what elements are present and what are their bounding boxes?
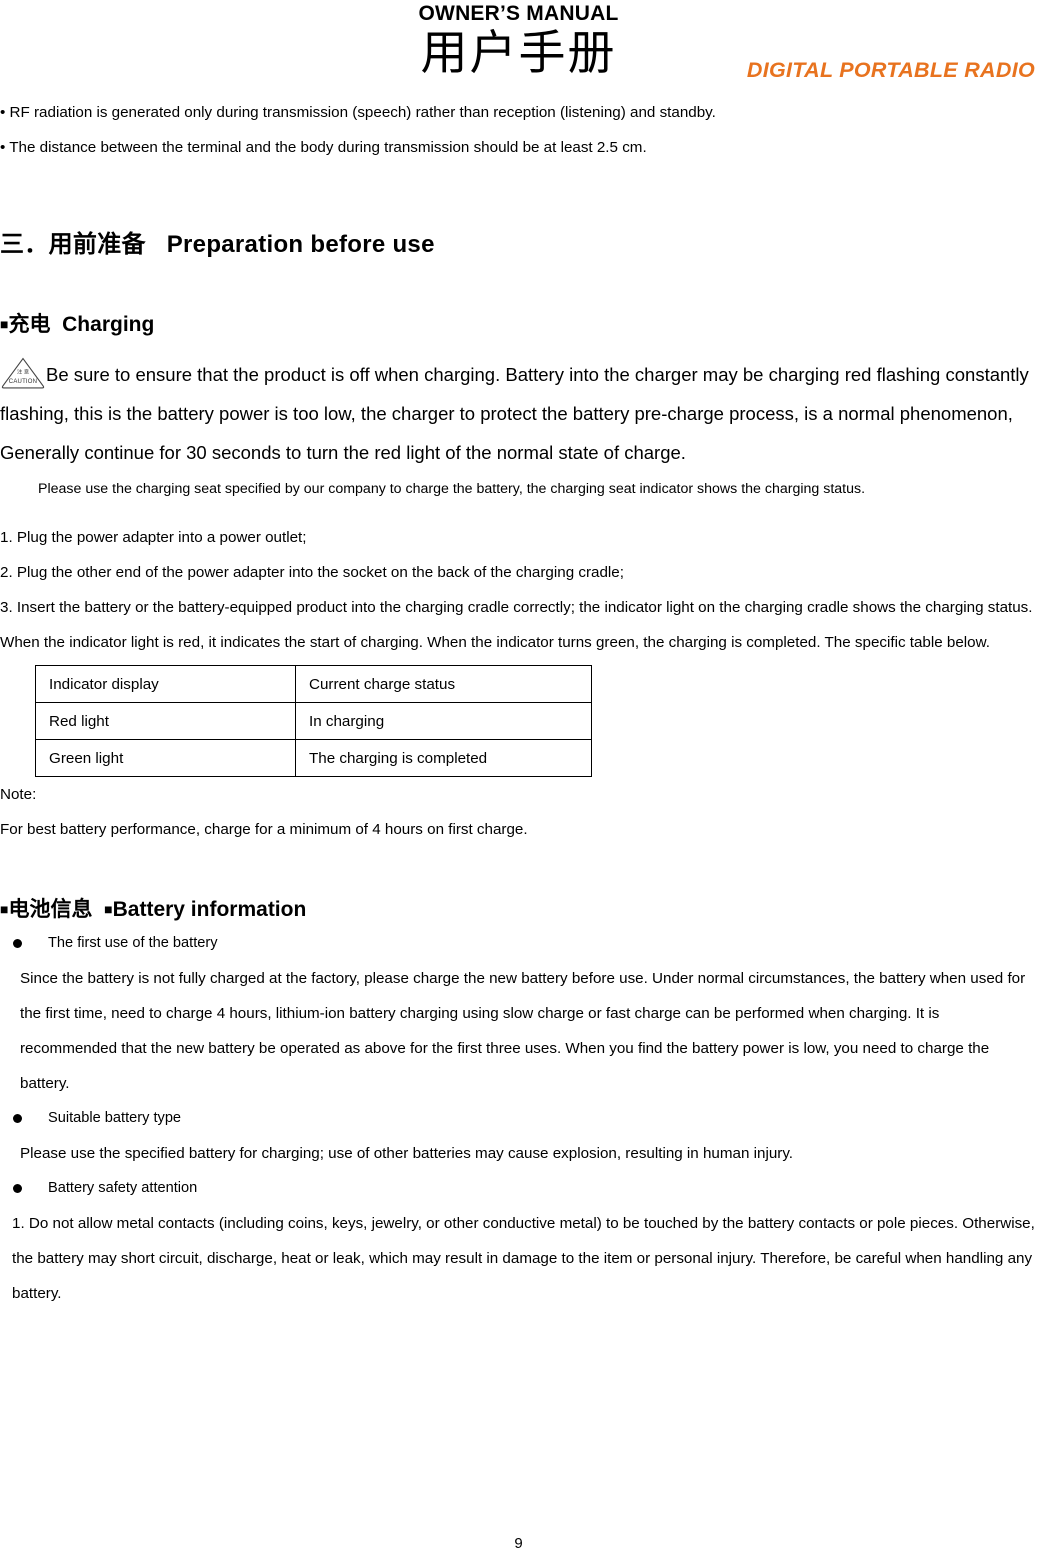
section-heading-cn: 三．用前准备 [0,230,146,258]
list-item-label: The first use of the battery [48,935,218,951]
section-heading-en: Preparation before use [166,231,435,258]
table-header-cell-indicator: Indicator display [35,665,296,703]
owners-manual-title: OWNER’S MANUAL [418,2,619,25]
manual-page: OWNER’S MANUAL 用户手册 DIGITAL PORTABLE RAD… [0,0,1037,1556]
caution-icon: 注 意 CAUTION [0,356,46,390]
table-cell-status: In charging [295,702,592,740]
bullet-dot-icon [13,1184,22,1193]
table-row: Indicator display Current charge status [35,665,592,703]
charging-heading-en: Charging [62,313,155,336]
battery-info-heading-cn: 电池信息 [8,897,93,921]
charging-seat-note: Please use the charging seat specified b… [38,481,866,497]
battery-info-heading: ■电池信息 ■Battery information [0,893,1037,926]
battery-info-heading-en: Battery information [112,898,307,921]
caution-text: Be sure to ensure that the product is of… [0,364,1029,463]
product-tagline: DIGITAL PORTABLE RADIO [746,58,1035,82]
list-item: The first use of the battery [0,926,1037,961]
charging-heading: ■充电 Charging [0,308,1037,341]
svg-text:注 意: 注 意 [17,368,29,376]
square-bullet-icon: ■ [104,901,113,917]
table-cell-status: The charging is completed [295,739,592,777]
battery-type-body: Please use the specified battery for cha… [20,1145,794,1162]
charging-heading-cn: 充电 [8,312,51,336]
charging-step-3: 3. Insert the battery or the battery-equ… [0,599,1033,651]
table-cell-indicator: Red light [35,702,296,740]
table-row: Red light In charging [35,702,592,740]
battery-safety-body: 1. Do not allow metal contacts (includin… [12,1215,1035,1302]
charging-indicator-table: Indicator display Current charge status … [35,665,592,777]
svg-text:CAUTION: CAUTION [9,379,37,385]
table-header-cell-status: Current charge status [295,665,592,703]
intro-bullet-1: • RF radiation is generated only during … [0,104,716,121]
caution-paragraph: 注 意 CAUTION Be sure to ensure that the p… [0,355,1037,472]
bullet-dot-icon [13,1114,22,1123]
battery-first-use-body: Since the battery is not fully charged a… [20,970,1026,1092]
charging-step-2: 2. Plug the other end of the power adapt… [0,564,624,581]
note-label: Note: [0,786,37,803]
page-header: OWNER’S MANUAL 用户手册 DIGITAL PORTABLE RAD… [0,0,1037,95]
section-heading: 三．用前准备 Preparation before use [0,227,1037,262]
list-item-label: Suitable battery type [48,1110,182,1126]
note-text: For best battery performance, charge for… [0,821,528,838]
list-item: Battery safety attention [0,1171,1037,1206]
list-item-label: Battery safety attention [48,1180,198,1196]
table-row: Green light The charging is completed [35,739,592,777]
bullet-dot-icon [13,939,22,948]
list-item: Suitable battery type [0,1101,1037,1136]
intro-bullet-2: • The distance between the terminal and … [0,139,647,156]
page-number: 9 [514,1535,523,1552]
charging-step-1: 1. Plug the power adapter into a power o… [0,529,307,546]
table-cell-indicator: Green light [35,739,296,777]
